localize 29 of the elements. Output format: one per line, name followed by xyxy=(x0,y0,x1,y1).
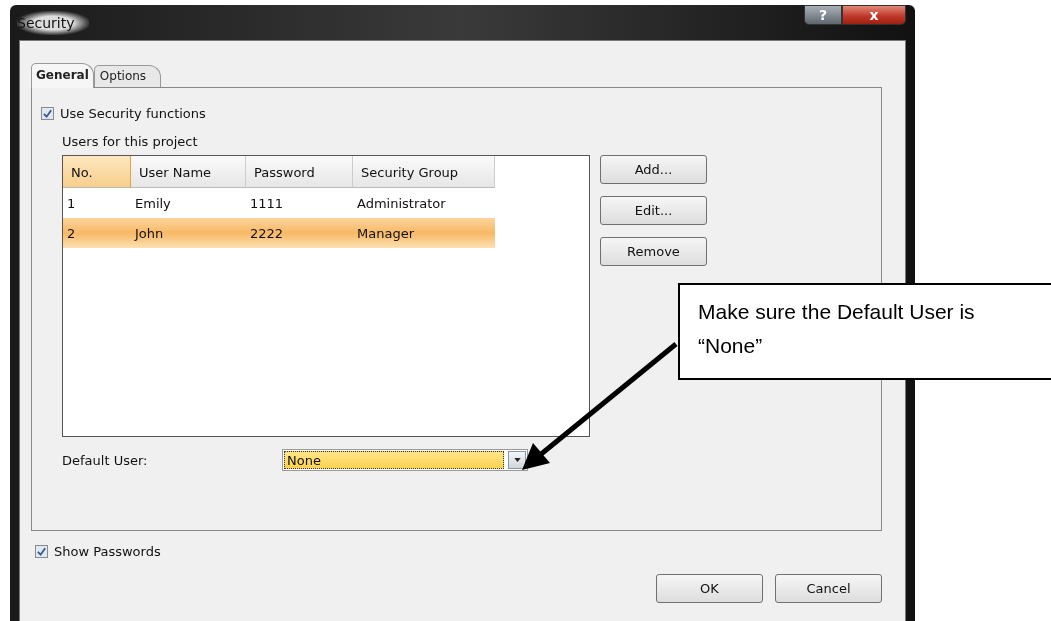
table-cell-text: Emily xyxy=(134,195,172,211)
tab[interactable]: Options xyxy=(93,65,162,87)
table-cell-text: John xyxy=(133,225,165,241)
table-cell-text: 1 xyxy=(66,195,77,211)
action-button[interactable]: Remove xyxy=(600,237,707,266)
table-cell-text: Administrator xyxy=(356,195,447,211)
column-header[interactable]: No. xyxy=(63,156,131,188)
table-cell-text: 2 xyxy=(66,225,77,241)
default-user-dropdown[interactable]: None xyxy=(282,449,528,471)
dialog-button[interactable]: Cancel xyxy=(775,574,882,603)
table-cell-text: 2222 xyxy=(249,225,285,241)
close-button[interactable]: x xyxy=(842,5,906,25)
table-cell-text: Manager xyxy=(356,225,415,241)
tab[interactable]: General xyxy=(31,63,94,88)
action-button[interactable]: Add... xyxy=(600,155,707,184)
checkbox-label: Use Security functions xyxy=(60,106,206,121)
dialog-button[interactable]: OK xyxy=(656,574,763,603)
default-user-label: Default User: xyxy=(62,452,149,468)
column-header[interactable]: Password xyxy=(246,156,353,188)
column-header[interactable]: Security Group xyxy=(353,156,495,188)
action-button[interactable]: Edit... xyxy=(600,196,707,225)
table-row[interactable]: 2 John 2222 Manager xyxy=(63,218,495,248)
callout-text: Make sure the Default User is “None” xyxy=(698,299,976,359)
users-label: Users for this project xyxy=(62,134,199,149)
checkbox-label: Show Passwords xyxy=(54,544,161,559)
dropdown-value: None xyxy=(284,451,504,469)
table-row[interactable]: 1 Emily 1111 Administrator xyxy=(63,188,495,218)
table-cell-text: 1111 xyxy=(249,195,285,211)
column-header[interactable]: User Name xyxy=(131,156,246,188)
